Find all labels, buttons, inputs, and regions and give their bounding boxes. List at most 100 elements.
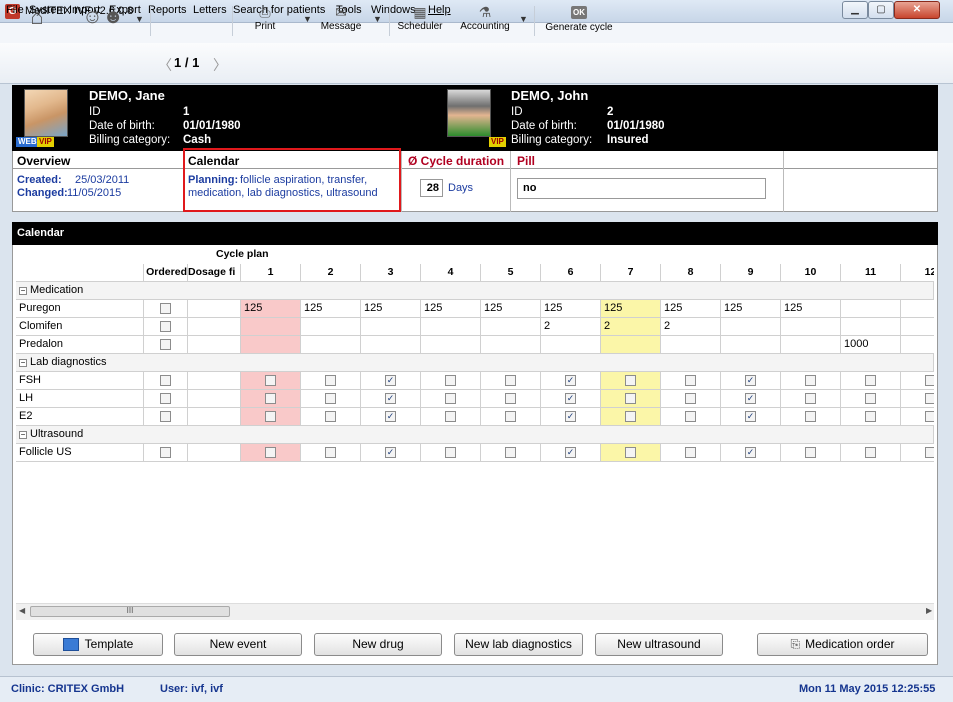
scroll-right-icon[interactable]: ▶: [926, 606, 932, 615]
row-name[interactable]: FSH: [16, 372, 144, 390]
row-name[interactable]: E2: [16, 408, 144, 426]
new-lab-diagnostics-button[interactable]: New lab diagnostics: [454, 633, 583, 656]
day-cell[interactable]: [901, 318, 934, 336]
dosage-cell[interactable]: [188, 444, 241, 462]
day-checkbox[interactable]: [805, 447, 816, 458]
day-cell[interactable]: [841, 372, 901, 390]
day-cell[interactable]: [421, 336, 481, 354]
day-cell[interactable]: 125: [361, 300, 421, 318]
column-header-day[interactable]: 9: [721, 264, 781, 282]
ordered-cell[interactable]: [144, 300, 188, 318]
day-cell[interactable]: [841, 408, 901, 426]
message-button[interactable]: ✉ Message: [317, 2, 365, 38]
dosage-cell[interactable]: [188, 372, 241, 390]
day-checkbox[interactable]: [325, 375, 336, 386]
day-cell[interactable]: ✓: [721, 372, 781, 390]
day-cell[interactable]: [301, 372, 361, 390]
day-cell[interactable]: [601, 444, 661, 462]
day-checkbox[interactable]: [505, 393, 516, 404]
day-cell[interactable]: [241, 318, 301, 336]
ordered-checkbox[interactable]: [160, 447, 171, 458]
day-cell[interactable]: 2: [601, 318, 661, 336]
couple-button[interactable]: ☺☻: [76, 2, 130, 38]
day-checkbox[interactable]: [865, 411, 876, 422]
day-cell[interactable]: ✓: [361, 444, 421, 462]
female-patient-photo[interactable]: [24, 89, 68, 137]
day-checkbox[interactable]: [865, 447, 876, 458]
column-header-ordered[interactable]: Ordered: [144, 264, 188, 282]
calendar-grid[interactable]: Cycle plan Ordered Dosage fi 1 2 3 4 5 6 7 8 9 10 11 1…: [16, 246, 934, 602]
day-cell[interactable]: [301, 336, 361, 354]
day-checkbox[interactable]: [265, 393, 276, 404]
dosage-cell[interactable]: [188, 336, 241, 354]
day-cell[interactable]: [901, 408, 934, 426]
day-cell[interactable]: 1000: [841, 336, 901, 354]
day-checkbox[interactable]: [325, 393, 336, 404]
ordered-checkbox[interactable]: [160, 411, 171, 422]
day-cell[interactable]: [781, 336, 841, 354]
day-cell[interactable]: ✓: [541, 372, 601, 390]
day-cell[interactable]: 2: [541, 318, 601, 336]
day-cell[interactable]: [301, 390, 361, 408]
dosage-cell[interactable]: [188, 318, 241, 336]
column-header-day[interactable]: 6: [541, 264, 601, 282]
day-cell[interactable]: [781, 390, 841, 408]
accounting-dropdown-icon[interactable]: ▼: [519, 14, 528, 24]
day-cell[interactable]: [481, 372, 541, 390]
day-cell[interactable]: ✓: [361, 372, 421, 390]
day-checkbox[interactable]: ✓: [565, 411, 576, 422]
day-checkbox[interactable]: ✓: [745, 447, 756, 458]
column-header-day[interactable]: 4: [421, 264, 481, 282]
previous-icon[interactable]: 〈: [158, 55, 172, 75]
day-checkbox[interactable]: [805, 375, 816, 386]
day-cell[interactable]: 125: [301, 300, 361, 318]
day-cell[interactable]: [481, 336, 541, 354]
ordered-cell[interactable]: [144, 390, 188, 408]
day-cell[interactable]: [841, 444, 901, 462]
male-patient-photo[interactable]: [447, 89, 491, 137]
day-checkbox[interactable]: [445, 447, 456, 458]
day-checkbox[interactable]: [505, 447, 516, 458]
day-cell[interactable]: [901, 390, 934, 408]
day-checkbox[interactable]: [505, 411, 516, 422]
day-checkbox[interactable]: [805, 411, 816, 422]
day-cell[interactable]: ✓: [361, 408, 421, 426]
print-dropdown-icon[interactable]: ▼: [303, 14, 312, 24]
day-cell[interactable]: [421, 372, 481, 390]
day-checkbox[interactable]: [685, 447, 696, 458]
medication-order-button[interactable]: ⎘ Medication order: [757, 633, 928, 656]
day-cell[interactable]: ✓: [721, 408, 781, 426]
day-cell[interactable]: [481, 390, 541, 408]
ordered-checkbox[interactable]: [160, 393, 171, 404]
message-dropdown-icon[interactable]: ▼: [373, 14, 382, 24]
ordered-cell[interactable]: [144, 372, 188, 390]
day-cell[interactable]: ✓: [721, 390, 781, 408]
day-checkbox[interactable]: ✓: [565, 393, 576, 404]
day-checkbox[interactable]: ✓: [385, 447, 396, 458]
day-checkbox[interactable]: [625, 375, 636, 386]
day-cell[interactable]: [661, 336, 721, 354]
day-cell[interactable]: [721, 336, 781, 354]
day-cell[interactable]: [781, 408, 841, 426]
menu-reports[interactable]: Reports: [148, 4, 187, 16]
column-header-day[interactable]: 11: [841, 264, 901, 282]
day-cell[interactable]: [601, 390, 661, 408]
close-button[interactable]: ✕: [894, 1, 940, 19]
column-header-day[interactable]: 3: [361, 264, 421, 282]
cycle-duration-input[interactable]: 28: [420, 179, 443, 197]
day-checkbox[interactable]: [625, 393, 636, 404]
day-cell[interactable]: [421, 444, 481, 462]
column-header-day[interactable]: 12: [901, 264, 934, 282]
scrollbar-thumb[interactable]: III: [30, 606, 230, 617]
accounting-button[interactable]: ⚗ Accounting: [456, 2, 514, 38]
ordered-checkbox[interactable]: [160, 339, 171, 350]
day-checkbox[interactable]: [685, 375, 696, 386]
day-cell[interactable]: 125: [541, 300, 601, 318]
day-cell[interactable]: 125: [241, 300, 301, 318]
day-checkbox[interactable]: [445, 375, 456, 386]
print-button[interactable]: ⎙ Print: [250, 2, 280, 38]
day-checkbox[interactable]: [325, 447, 336, 458]
day-cell[interactable]: [781, 444, 841, 462]
day-cell[interactable]: 125: [781, 300, 841, 318]
row-name[interactable]: LH: [16, 390, 144, 408]
